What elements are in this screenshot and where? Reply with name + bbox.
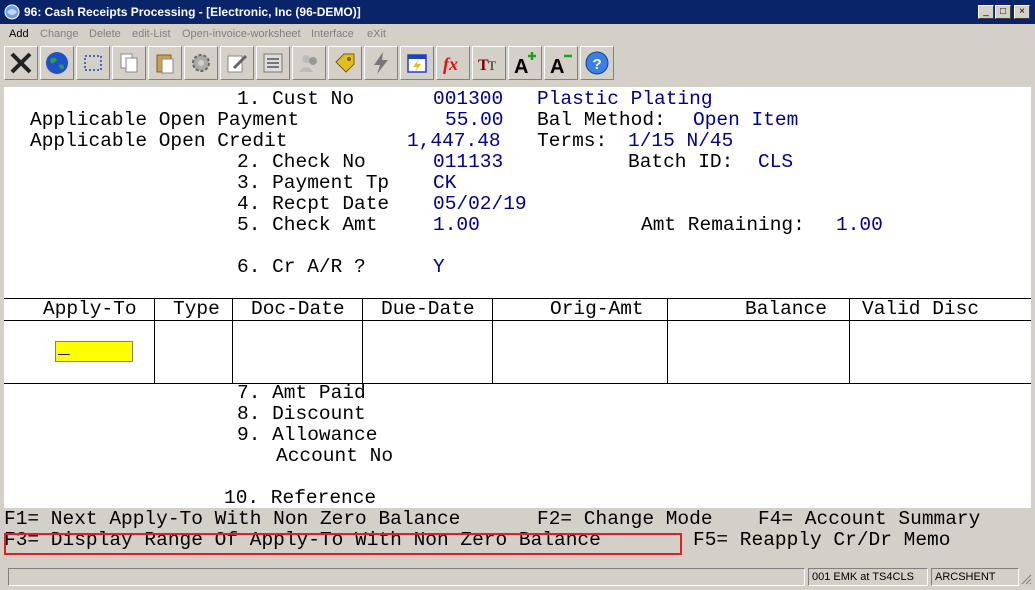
menu-exit[interactable]: eXit (367, 24, 386, 44)
cust-no-value: 001300 (433, 88, 504, 110)
terms-value: 1/15 N/45 (628, 130, 734, 152)
calendar-run-icon[interactable] (400, 46, 434, 80)
reference-label: 10. Reference (224, 487, 377, 509)
f2-change-mode-hint[interactable]: F2= Change Mode (537, 509, 713, 530)
amt-paid-label: 7. Amt Paid (237, 382, 366, 404)
col-header-due-date: Due-Date (381, 298, 475, 320)
check-no-value: 011133 (433, 151, 504, 173)
grid-col-divider (154, 298, 155, 384)
copy-icon[interactable] (112, 46, 146, 80)
bal-method-label: Bal Method: (537, 109, 666, 131)
svg-text:A: A (514, 56, 528, 76)
text-cursor: _ (58, 337, 70, 359)
window-title: 96: Cash Receipts Processing - [Electron… (24, 5, 361, 19)
col-header-balance: Balance (745, 298, 827, 320)
svg-text:A: A (550, 56, 564, 76)
col-header-orig-amt: Orig-Amt (550, 298, 644, 320)
payment-tp-label: 3. Payment Tp (237, 172, 390, 194)
recpt-date-value: 05/02/19 (433, 193, 527, 215)
settings-gear-icon[interactable] (184, 46, 218, 80)
svg-text:fx: fx (443, 54, 458, 74)
f3-highlight-box (4, 533, 682, 555)
people-icon[interactable] (292, 46, 326, 80)
menu-bar: Add Change Delete edit-List Open-invoice… (0, 24, 1035, 44)
status-session-panel: 001 EMK at TS4CLS (808, 568, 928, 586)
cust-no-label: 1. Cust No (237, 88, 355, 110)
f4-account-summary-hint[interactable]: F4= Account Summary (758, 509, 980, 530)
grid-col-divider (362, 298, 363, 384)
amt-remaining-value: 1.00 (836, 214, 883, 236)
lightning-icon[interactable] (364, 46, 398, 80)
globe-icon[interactable] (40, 46, 74, 80)
menu-change[interactable]: Change (40, 24, 79, 44)
grid-header-border (4, 320, 1031, 321)
customer-name: Plastic Plating (537, 88, 713, 110)
grid-col-divider (492, 298, 493, 384)
close-x-icon[interactable] (4, 46, 38, 80)
resize-grip-icon[interactable] (1020, 573, 1032, 585)
font-decrease-icon[interactable]: A (544, 46, 578, 80)
fx-function-icon[interactable]: fx (436, 46, 470, 80)
f1-next-apply-to-hint[interactable]: F1= Next Apply-To With Non Zero Balance (4, 509, 460, 530)
grid-bottom-border (4, 383, 1031, 384)
menu-interface[interactable]: Interface (311, 24, 354, 44)
paste-icon[interactable] (148, 46, 182, 80)
open-payment-value: 55.00 (445, 109, 504, 131)
menu-delete[interactable]: Delete (89, 24, 121, 44)
f5-reapply-memo-hint[interactable]: F5= Reapply Cr/Dr Memo (693, 530, 950, 551)
status-bar: 001 EMK at TS4CLS ARCSHENT (0, 565, 1035, 590)
apply-to-input[interactable]: _ (55, 337, 133, 362)
title-bar: 96: Cash Receipts Processing - [Electron… (0, 0, 1035, 24)
minimize-button[interactable]: _ (978, 5, 994, 19)
font-increase-icon[interactable]: A (508, 46, 542, 80)
grid-col-divider (232, 298, 233, 384)
terms-label: Terms: (537, 130, 608, 152)
col-header-type: Type (173, 298, 220, 320)
toolbar: fx TT A A ? (0, 44, 1035, 84)
batch-id-label: Batch ID: (628, 151, 734, 173)
terminal-screen: 1. Cust No 001300 Plastic Plating Applic… (4, 87, 1031, 563)
check-amt-value: 1.00 (433, 214, 480, 236)
select-rect-icon[interactable] (76, 46, 110, 80)
allowance-label: 9. Allowance (237, 424, 378, 446)
check-amt-label: 5. Check Amt (237, 214, 378, 236)
svg-text:T: T (488, 58, 496, 73)
col-header-doc-date: Doc-Date (251, 298, 345, 320)
cr-ar-value: Y (433, 256, 445, 278)
app-icon (4, 4, 20, 20)
font-tt-icon[interactable]: TT (472, 46, 506, 80)
discount-label: 8. Discount (237, 403, 366, 425)
menu-add[interactable]: Add (9, 24, 29, 44)
grid-col-divider (667, 298, 668, 384)
help-icon[interactable]: ? (580, 46, 614, 80)
open-credit-value: 1,447.48 (407, 130, 501, 152)
account-no-label: Account No (276, 445, 394, 467)
open-credit-label: Applicable Open Credit (30, 130, 288, 152)
close-button[interactable]: × (1014, 5, 1030, 19)
open-payment-label: Applicable Open Payment (30, 109, 300, 131)
payment-tp-value: CK (433, 172, 457, 194)
check-no-label: 2. Check No (237, 151, 366, 173)
recpt-date-label: 4. Recpt Date (237, 193, 390, 215)
tag-icon[interactable] (328, 46, 362, 80)
amt-remaining-label: Amt Remaining: (641, 214, 805, 236)
restore-button[interactable]: □ (995, 5, 1011, 19)
list-icon[interactable] (256, 46, 290, 80)
bal-method-value: Open Item (693, 109, 799, 131)
status-program-panel: ARCSHENT (931, 568, 1019, 586)
menu-edit-list[interactable]: edit-List (132, 24, 171, 44)
grid-col-divider (849, 298, 850, 384)
svg-text:?: ? (593, 56, 602, 73)
status-message-panel (8, 568, 805, 586)
col-header-valid-disc: Valid Disc (862, 298, 980, 320)
col-header-apply-to: Apply-To (43, 298, 137, 320)
menu-open-invoice-worksheet[interactable]: Open-invoice-worksheet (182, 24, 301, 44)
batch-id-value: CLS (758, 151, 794, 173)
edit-pencil-icon[interactable] (220, 46, 254, 80)
cr-ar-label: 6. Cr A/R ? (237, 256, 366, 278)
